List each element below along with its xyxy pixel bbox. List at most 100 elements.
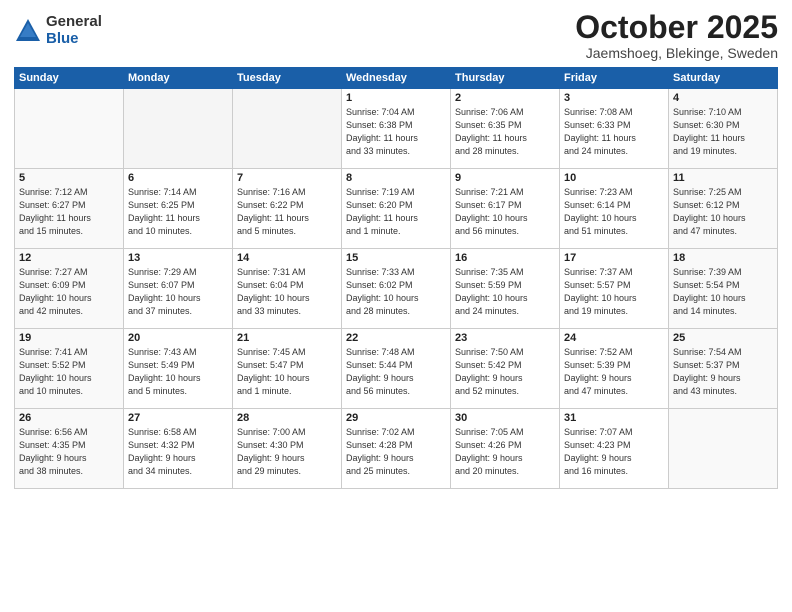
- table-row: 10 Sunrise: 7:23 AM Sunset: 6:14 PM Dayli…: [560, 169, 669, 249]
- day-number: 15: [346, 252, 446, 264]
- day-info: Sunrise: 7:23 AM Sunset: 6:14 PM Dayligh…: [564, 186, 664, 238]
- day-info: Sunrise: 7:50 AM Sunset: 5:42 PM Dayligh…: [455, 346, 555, 398]
- day-number: 9: [455, 172, 555, 184]
- day-number: 20: [128, 332, 228, 344]
- subtitle: Jaemshoeg, Blekinge, Sweden: [575, 45, 778, 61]
- table-row: 6 Sunrise: 7:14 AM Sunset: 6:25 PM Daylig…: [124, 169, 233, 249]
- day-number: 8: [346, 172, 446, 184]
- logo-blue: Blue: [46, 31, 102, 48]
- table-row: 11Sunrise: 7:25 AM Sunset: 6:12 PM Dayli…: [669, 169, 778, 249]
- logo-text: General Blue: [46, 14, 102, 47]
- day-number: 4: [673, 92, 773, 104]
- day-number: 16: [455, 252, 555, 264]
- day-info: Sunrise: 7:02 AM Sunset: 4:28 PM Dayligh…: [346, 426, 446, 478]
- day-info: Sunrise: 7:07 AM Sunset: 4:23 PM Dayligh…: [564, 426, 664, 478]
- table-row: 31 Sunrise: 7:07 AM Sunset: 4:23 PM Dayli…: [560, 409, 669, 489]
- table-row: [15, 89, 124, 169]
- day-info: Sunrise: 7:45 AM Sunset: 5:47 PM Dayligh…: [237, 346, 337, 398]
- table-row: 9 Sunrise: 7:21 AM Sunset: 6:17 PM Daylig…: [451, 169, 560, 249]
- day-number: 22: [346, 332, 446, 344]
- table-row: 14 Sunrise: 7:31 AM Sunset: 6:04 PM Dayli…: [233, 249, 342, 329]
- table-row: 5 Sunrise: 7:12 AM Sunset: 6:27 PM Daylig…: [15, 169, 124, 249]
- calendar-table: Sunday Monday Tuesday Wednesday Thursday…: [14, 67, 778, 489]
- day-info: Sunrise: 7:08 AM Sunset: 6:33 PM Dayligh…: [564, 106, 664, 158]
- table-row: 23 Sunrise: 7:50 AM Sunset: 5:42 PM Dayli…: [451, 329, 560, 409]
- table-row: 19 Sunrise: 7:41 AM Sunset: 5:52 PM Dayli…: [15, 329, 124, 409]
- month-title: October 2025: [575, 10, 778, 45]
- table-row: 25 Sunrise: 7:54 AM Sunset: 5:37 PM Dayli…: [669, 329, 778, 409]
- day-number: 18: [673, 252, 773, 264]
- day-info: Sunrise: 7:39 AM Sunset: 5:54 PM Dayligh…: [673, 266, 773, 318]
- day-number: 28: [237, 412, 337, 424]
- table-row: 21 Sunrise: 7:45 AM Sunset: 5:47 PM Dayli…: [233, 329, 342, 409]
- table-row: 29 Sunrise: 7:02 AM Sunset: 4:28 PM Dayli…: [342, 409, 451, 489]
- calendar-header-row: Sunday Monday Tuesday Wednesday Thursday…: [15, 68, 778, 89]
- table-row: 1Sunrise: 7:04 AM Sunset: 6:38 PM Daylig…: [342, 89, 451, 169]
- day-info: Sunrise: 7:10 AM Sunset: 6:30 PM Dayligh…: [673, 106, 773, 158]
- day-info: Sunrise: 7:00 AM Sunset: 4:30 PM Dayligh…: [237, 426, 337, 478]
- day-number: 14: [237, 252, 337, 264]
- header-wednesday: Wednesday: [342, 68, 451, 89]
- day-info: Sunrise: 7:43 AM Sunset: 5:49 PM Dayligh…: [128, 346, 228, 398]
- day-info: Sunrise: 7:12 AM Sunset: 6:27 PM Dayligh…: [19, 186, 119, 238]
- page-container: General Blue October 2025 Jaemshoeg, Ble…: [0, 0, 792, 612]
- table-row: 2Sunrise: 7:06 AM Sunset: 6:35 PM Daylig…: [451, 89, 560, 169]
- table-row: 20 Sunrise: 7:43 AM Sunset: 5:49 PM Dayli…: [124, 329, 233, 409]
- day-info: Sunrise: 7:16 AM Sunset: 6:22 PM Dayligh…: [237, 186, 337, 238]
- day-info: Sunrise: 6:58 AM Sunset: 4:32 PM Dayligh…: [128, 426, 228, 478]
- day-info: Sunrise: 7:35 AM Sunset: 5:59 PM Dayligh…: [455, 266, 555, 318]
- day-number: 29: [346, 412, 446, 424]
- header-monday: Monday: [124, 68, 233, 89]
- calendar-week-row: 5 Sunrise: 7:12 AM Sunset: 6:27 PM Daylig…: [15, 169, 778, 249]
- table-row: 8Sunrise: 7:19 AM Sunset: 6:20 PM Daylig…: [342, 169, 451, 249]
- logo-icon: [14, 17, 42, 45]
- table-row: 15 Sunrise: 7:33 AM Sunset: 6:02 PM Dayli…: [342, 249, 451, 329]
- logo-general: General: [46, 14, 102, 31]
- header-saturday: Saturday: [669, 68, 778, 89]
- calendar-week-row: 19 Sunrise: 7:41 AM Sunset: 5:52 PM Dayli…: [15, 329, 778, 409]
- header-sunday: Sunday: [15, 68, 124, 89]
- table-row: 28 Sunrise: 7:00 AM Sunset: 4:30 PM Dayli…: [233, 409, 342, 489]
- table-row: 26 Sunrise: 6:56 AM Sunset: 4:35 PM Dayli…: [15, 409, 124, 489]
- day-info: Sunrise: 7:25 AM Sunset: 6:12 PM Dayligh…: [673, 186, 773, 238]
- day-info: Sunrise: 7:31 AM Sunset: 6:04 PM Dayligh…: [237, 266, 337, 318]
- day-info: Sunrise: 7:48 AM Sunset: 5:44 PM Dayligh…: [346, 346, 446, 398]
- table-row: 12Sunrise: 7:27 AM Sunset: 6:09 PM Dayli…: [15, 249, 124, 329]
- day-number: 12: [19, 252, 119, 264]
- day-info: Sunrise: 7:54 AM Sunset: 5:37 PM Dayligh…: [673, 346, 773, 398]
- day-number: 21: [237, 332, 337, 344]
- table-row: 16 Sunrise: 7:35 AM Sunset: 5:59 PM Dayli…: [451, 249, 560, 329]
- table-row: 22 Sunrise: 7:48 AM Sunset: 5:44 PM Dayli…: [342, 329, 451, 409]
- table-row: 13Sunrise: 7:29 AM Sunset: 6:07 PM Dayli…: [124, 249, 233, 329]
- calendar-week-row: 12Sunrise: 7:27 AM Sunset: 6:09 PM Dayli…: [15, 249, 778, 329]
- day-number: 19: [19, 332, 119, 344]
- day-number: 17: [564, 252, 664, 264]
- day-info: Sunrise: 7:52 AM Sunset: 5:39 PM Dayligh…: [564, 346, 664, 398]
- day-number: 2: [455, 92, 555, 104]
- day-number: 5: [19, 172, 119, 184]
- calendar-week-row: 1Sunrise: 7:04 AM Sunset: 6:38 PM Daylig…: [15, 89, 778, 169]
- table-row: 7Sunrise: 7:16 AM Sunset: 6:22 PM Daylig…: [233, 169, 342, 249]
- table-row: 3Sunrise: 7:08 AM Sunset: 6:33 PM Daylig…: [560, 89, 669, 169]
- day-info: Sunrise: 7:04 AM Sunset: 6:38 PM Dayligh…: [346, 106, 446, 158]
- header: General Blue October 2025 Jaemshoeg, Ble…: [14, 10, 778, 61]
- table-row: 4 Sunrise: 7:10 AM Sunset: 6:30 PM Daylig…: [669, 89, 778, 169]
- day-info: Sunrise: 6:56 AM Sunset: 4:35 PM Dayligh…: [19, 426, 119, 478]
- day-number: 31: [564, 412, 664, 424]
- day-number: 24: [564, 332, 664, 344]
- table-row: 18 Sunrise: 7:39 AM Sunset: 5:54 PM Dayli…: [669, 249, 778, 329]
- day-number: 10: [564, 172, 664, 184]
- calendar-week-row: 26 Sunrise: 6:56 AM Sunset: 4:35 PM Dayli…: [15, 409, 778, 489]
- day-number: 6: [128, 172, 228, 184]
- day-info: Sunrise: 7:41 AM Sunset: 5:52 PM Dayligh…: [19, 346, 119, 398]
- day-number: 30: [455, 412, 555, 424]
- day-info: Sunrise: 7:33 AM Sunset: 6:02 PM Dayligh…: [346, 266, 446, 318]
- day-number: 26: [19, 412, 119, 424]
- day-info: Sunrise: 7:21 AM Sunset: 6:17 PM Dayligh…: [455, 186, 555, 238]
- table-row: 30Sunrise: 7:05 AM Sunset: 4:26 PM Dayli…: [451, 409, 560, 489]
- day-number: 25: [673, 332, 773, 344]
- day-info: Sunrise: 7:14 AM Sunset: 6:25 PM Dayligh…: [128, 186, 228, 238]
- day-number: 13: [128, 252, 228, 264]
- header-thursday: Thursday: [451, 68, 560, 89]
- day-number: 23: [455, 332, 555, 344]
